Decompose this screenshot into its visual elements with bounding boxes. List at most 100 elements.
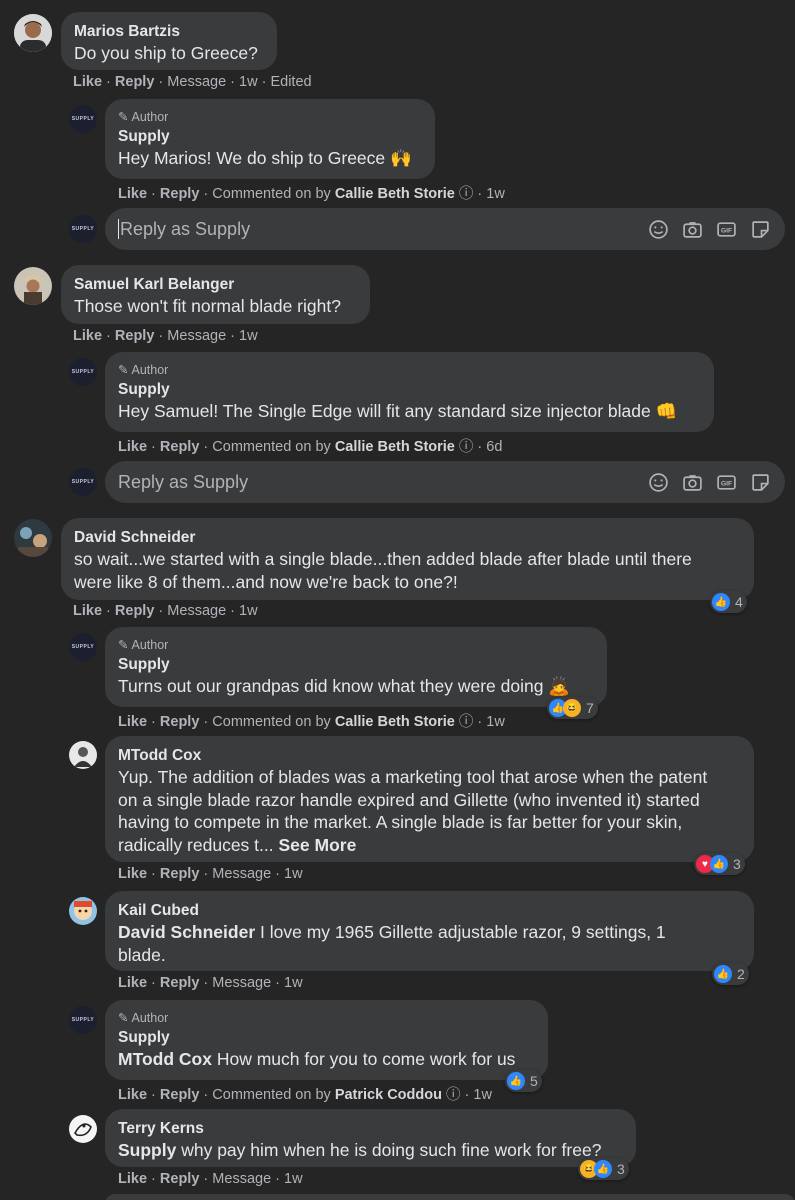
like-reaction-icon: 👍 [710,855,728,873]
camera-icon[interactable] [682,219,703,240]
comment-text: Those won't fit normal blade right? [74,296,341,316]
avatar-mtodd[interactable] [69,741,97,769]
commented-on-label: Commented on by [212,439,331,455]
message-link[interactable]: Message [212,975,271,991]
timestamp[interactable]: 1w [284,1171,303,1187]
reply-author-name[interactable]: Terry Kerns [118,1118,623,1139]
reply-author-name[interactable]: Supply [118,654,594,675]
comment-author-name[interactable]: Marios Bartzis [74,21,264,42]
timestamp[interactable]: 1w [486,714,505,730]
message-link[interactable]: Message [212,866,271,882]
message-link[interactable]: Message [167,328,226,344]
timestamp[interactable]: 1w [473,1087,492,1103]
reply-placeholder: Reply as Supply [118,471,249,492]
info-icon[interactable]: ⓘ [459,439,474,455]
info-icon[interactable]: ⓘ [446,1087,461,1103]
svg-text:GIF: GIF [721,480,732,487]
reply-link[interactable]: Reply [115,74,155,90]
timestamp[interactable]: 1w [486,186,505,202]
supply-avatar[interactable]: SUPPLY [69,633,97,661]
info-icon[interactable]: ⓘ [459,186,474,202]
mention-link[interactable]: MTodd Cox [118,1049,212,1069]
reply-author-name[interactable]: Supply [118,126,422,147]
message-link[interactable]: Message [167,74,226,90]
message-link[interactable]: Message [212,1171,271,1187]
timestamp[interactable]: 6d [486,439,502,455]
supply-avatar[interactable]: SUPPLY [69,1006,97,1034]
reply-text-line: radically reduces t... [118,834,274,855]
timestamp[interactable]: 1w [239,328,258,344]
like-link[interactable]: Like [118,439,147,455]
reaction-summary[interactable]: 😆 👍 3 [578,1158,629,1180]
comment-text-line: were like 8 of them...and now we're back… [74,571,458,592]
avatar-kail[interactable] [69,897,97,925]
like-link[interactable]: Like [118,1171,147,1187]
avatar-samuel[interactable] [14,267,52,305]
like-link[interactable]: Like [118,714,147,730]
reply-author-name[interactable]: Kail Cubed [118,900,741,921]
mention-link[interactable]: David Schneider [118,922,255,942]
camera-icon[interactable] [682,472,703,493]
reply-text-line: having to compete in the market. A singl… [118,812,683,832]
like-link[interactable]: Like [118,1087,147,1103]
timestamp[interactable]: 1w [239,74,258,90]
next-reply-bubble-partial [105,1194,795,1200]
avatar-terry[interactable] [69,1115,97,1143]
reaction-count: 2 [737,966,745,982]
supply-avatar[interactable]: SUPPLY [69,105,97,133]
commenter-link[interactable]: Patrick Coddou [335,1087,442,1103]
reply-link[interactable]: Reply [160,1087,200,1103]
info-icon[interactable]: ⓘ [459,714,474,730]
comment-actions: Like · Reply · Message · 1w [73,603,258,619]
comment-author-name[interactable]: Samuel Karl Belanger [74,274,357,295]
reply-link[interactable]: Reply [160,439,200,455]
reaction-summary[interactable]: 👍 2 [712,963,749,985]
reply-link[interactable]: Reply [160,1171,200,1187]
emoji-icon[interactable] [648,472,669,493]
reaction-summary[interactable]: 👍 5 [505,1070,542,1092]
emoji-icon[interactable] [648,219,669,240]
see-more-link[interactable]: See More [279,835,357,855]
like-link[interactable]: Like [73,74,102,90]
sticker-icon[interactable] [750,472,771,493]
comment-text-line: so wait...we started with a single blade… [74,549,692,569]
reply-input[interactable]: Reply as Supply GIF [105,208,785,250]
commenter-link[interactable]: Callie Beth Storie [335,439,455,455]
timestamp[interactable]: 1w [239,603,258,619]
like-link[interactable]: Like [118,866,147,882]
reply-link[interactable]: Reply [160,975,200,991]
timestamp[interactable]: 1w [284,975,303,991]
gif-icon[interactable]: GIF [716,219,737,240]
mention-link[interactable]: Supply [118,1140,176,1160]
reaction-summary[interactable]: 👍 4 [710,591,747,613]
like-link[interactable]: Like [118,975,147,991]
avatar-david[interactable] [14,519,52,557]
reply-text: why pay him when he is doing such fine w… [181,1140,602,1160]
supply-avatar[interactable]: SUPPLY [69,358,97,386]
reply-link[interactable]: Reply [160,186,200,202]
gif-icon[interactable]: GIF [716,472,737,493]
reply-author-name[interactable]: Supply [118,1027,535,1048]
timestamp[interactable]: 1w [284,866,303,882]
reply-link[interactable]: Reply [160,866,200,882]
reply-link[interactable]: Reply [160,714,200,730]
like-link[interactable]: Like [118,186,147,202]
commenter-link[interactable]: Callie Beth Storie [335,186,455,202]
pen-icon: ✎ [118,638,129,652]
reply-link[interactable]: Reply [115,603,155,619]
reply-link[interactable]: Reply [115,328,155,344]
comment-author-name[interactable]: David Schneider [74,527,741,548]
message-link[interactable]: Message [167,603,226,619]
reply-author-name[interactable]: MTodd Cox [118,745,741,766]
reply-input[interactable]: Reply as Supply GIF [105,461,785,503]
sticker-icon[interactable] [750,219,771,240]
supply-avatar: SUPPLY [69,215,97,243]
avatar-marios[interactable] [14,14,52,52]
reaction-summary[interactable]: 👍 😆 7 [547,697,598,719]
pen-icon: ✎ [118,363,129,377]
reaction-summary[interactable]: ♥ 👍 3 [694,853,745,875]
like-link[interactable]: Like [73,328,102,344]
commenter-link[interactable]: Callie Beth Storie [335,714,455,730]
like-link[interactable]: Like [73,603,102,619]
reply-author-name[interactable]: Supply [118,379,701,400]
